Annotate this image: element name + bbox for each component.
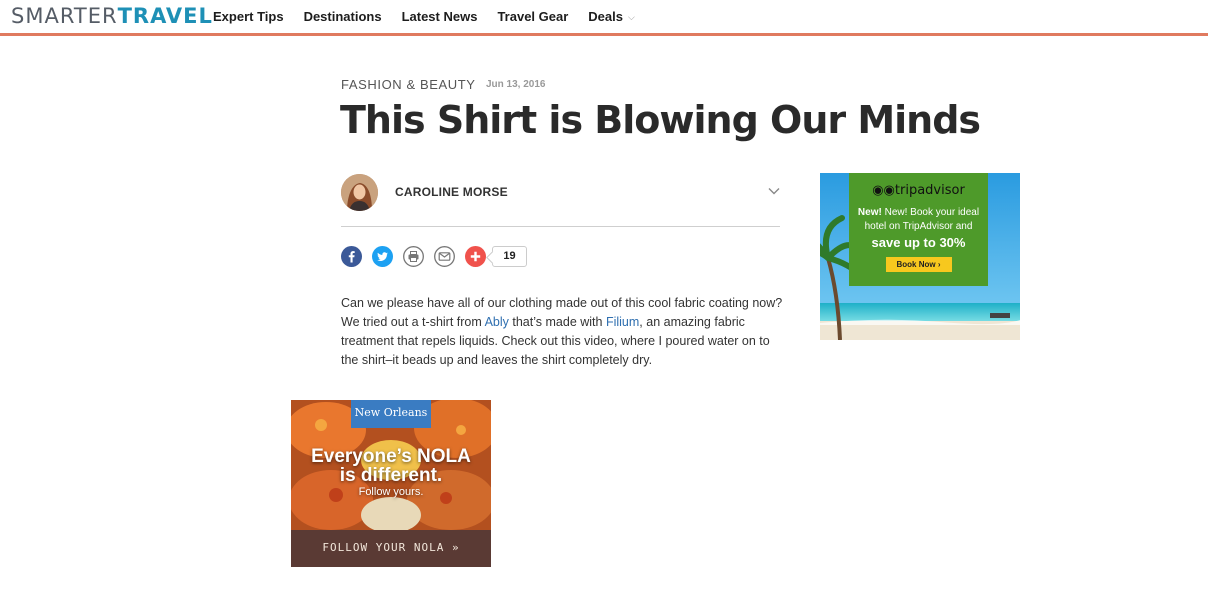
logo-text-smarter: SMARTER	[11, 4, 118, 28]
nola-headline: Everyone’s NOLA is different.	[291, 447, 491, 485]
site-header: SMARTERTRAVEL Expert Tips Destinations L…	[0, 0, 1208, 36]
filium-link[interactable]: Filium	[606, 315, 639, 329]
nola-ad[interactable]: New Orleans Everyone’s NOLA is different…	[291, 400, 491, 567]
email-icon[interactable]	[434, 246, 455, 267]
tripadvisor-ad-content: ◉◉tripadvisor New! New! Book your ideal …	[849, 173, 988, 286]
nola-headline-2: is different.	[339, 465, 443, 486]
twitter-icon[interactable]	[372, 246, 393, 267]
print-icon[interactable]	[403, 246, 424, 267]
nav-travel-gear[interactable]: Travel Gear	[497, 9, 568, 24]
share-count: 19	[503, 250, 516, 262]
nav-destinations[interactable]: Destinations	[304, 9, 382, 24]
chevron-down-icon: ⌵	[627, 12, 635, 22]
author-avatar[interactable]	[341, 174, 378, 211]
tripadvisor-logo: ◉◉tripadvisor	[872, 183, 965, 198]
nav-latest-news[interactable]: Latest News	[402, 9, 478, 24]
tripadvisor-ad[interactable]: ◉◉tripadvisor New! New! Book your ideal …	[820, 173, 1020, 340]
share-count-badge: 19	[492, 246, 527, 267]
article-date: Jun 13, 2016	[486, 79, 546, 90]
article-title: This Shirt is Blowing Our Minds	[340, 98, 981, 142]
author-divider	[341, 226, 780, 227]
nola-footer: FOLLOW YOUR NOLA »	[322, 541, 460, 554]
book-now-button[interactable]: Book Now ›	[885, 257, 952, 272]
ad-line-1-text: New! Book your ideal	[884, 207, 980, 218]
nola-headline-1: Everyone’s NOLA	[311, 446, 471, 467]
facebook-icon[interactable]	[341, 246, 362, 267]
body-text-2: that’s made with	[508, 315, 606, 329]
plus-icon[interactable]	[465, 246, 486, 267]
chevron-down-icon[interactable]	[767, 184, 781, 198]
article-category[interactable]: FASHION & BEAUTY	[341, 77, 476, 92]
main-nav: Expert Tips Destinations Latest News Tra…	[213, 9, 655, 24]
nav-deals-label: Deals	[588, 9, 623, 24]
article-body: Can we please have all of our clothing m…	[341, 294, 786, 370]
tripadvisor-brand: tripadvisor	[894, 183, 965, 198]
logo-text-travel: TRAVEL	[117, 4, 213, 28]
site-logo[interactable]: SMARTERTRAVEL	[11, 4, 213, 28]
ad-line-1: New! New! Book your ideal	[857, 207, 980, 218]
nav-deals[interactable]: Deals ⌵	[588, 9, 635, 24]
avatar-image	[341, 174, 378, 211]
ad-line-2: hotel on TripAdvisor and	[864, 221, 973, 232]
author-name[interactable]: CAROLINE MORSE	[395, 185, 508, 199]
ad-line-3: save up to 30%	[871, 235, 966, 250]
ably-link[interactable]: Ably	[485, 315, 509, 329]
nola-subline: Follow yours.	[358, 486, 424, 498]
nav-expert-tips[interactable]: Expert Tips	[213, 9, 284, 24]
new-orleans-badge: New Orleans	[354, 406, 428, 419]
